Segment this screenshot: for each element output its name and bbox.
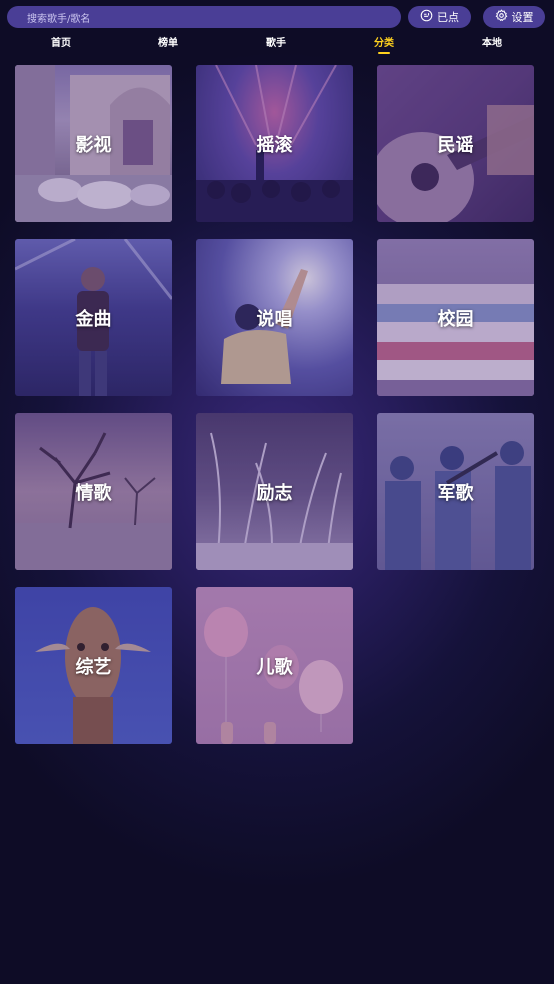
category-tile-folk[interactable]: 民谣 [377,65,534,222]
category-tile-rap[interactable]: 说唱 [196,239,353,396]
category-tile-campus[interactable]: 校园 [377,239,534,396]
nav-local[interactable]: 本地 [462,36,522,52]
search-input[interactable]: 搜索歌手/歌名 [7,6,401,28]
nav-singers[interactable]: 歌手 [246,36,306,52]
category-label: 情歌 [75,482,112,504]
nav-home[interactable]: 首页 [31,36,91,52]
category-label: 综艺 [75,656,112,678]
top-bar: 搜索歌手/歌名 已点 设置 [0,0,554,34]
queue-label: 已点 [437,11,459,24]
queue-icon [420,9,433,25]
category-tile-military[interactable]: 军歌 [377,413,534,570]
category-tile-kids[interactable]: 儿歌 [196,587,353,744]
category-label: 军歌 [437,482,474,504]
category-tile-rock[interactable]: 摇滚 [196,65,353,222]
category-label: 影视 [75,134,112,156]
settings-label: 设置 [511,11,534,24]
category-tile-hits[interactable]: 金曲 [15,239,172,396]
category-tile-variety[interactable]: 综艺 [15,587,172,744]
category-label: 励志 [256,482,293,504]
category-label: 民谣 [437,134,474,156]
category-label: 校园 [437,308,474,330]
category-label: 摇滚 [256,134,293,156]
category-tile-love[interactable]: 情歌 [15,413,172,570]
category-label: 儿歌 [256,656,293,678]
category-label: 金曲 [75,308,112,330]
category-tile-film[interactable]: 影视 [15,65,172,222]
settings-button[interactable]: 设置 [483,6,545,28]
category-tile-inspiring[interactable]: 励志 [196,413,353,570]
category-label: 说唱 [256,308,293,330]
search-placeholder: 搜索歌手/歌名 [27,13,91,25]
gear-icon [495,9,508,25]
queue-button[interactable]: 已点 [408,6,471,28]
nav-charts[interactable]: 榜单 [138,36,198,52]
nav-categories[interactable]: 分类 [354,36,414,54]
main-nav: 首页 榜单 歌手 分类 本地 [0,36,554,56]
